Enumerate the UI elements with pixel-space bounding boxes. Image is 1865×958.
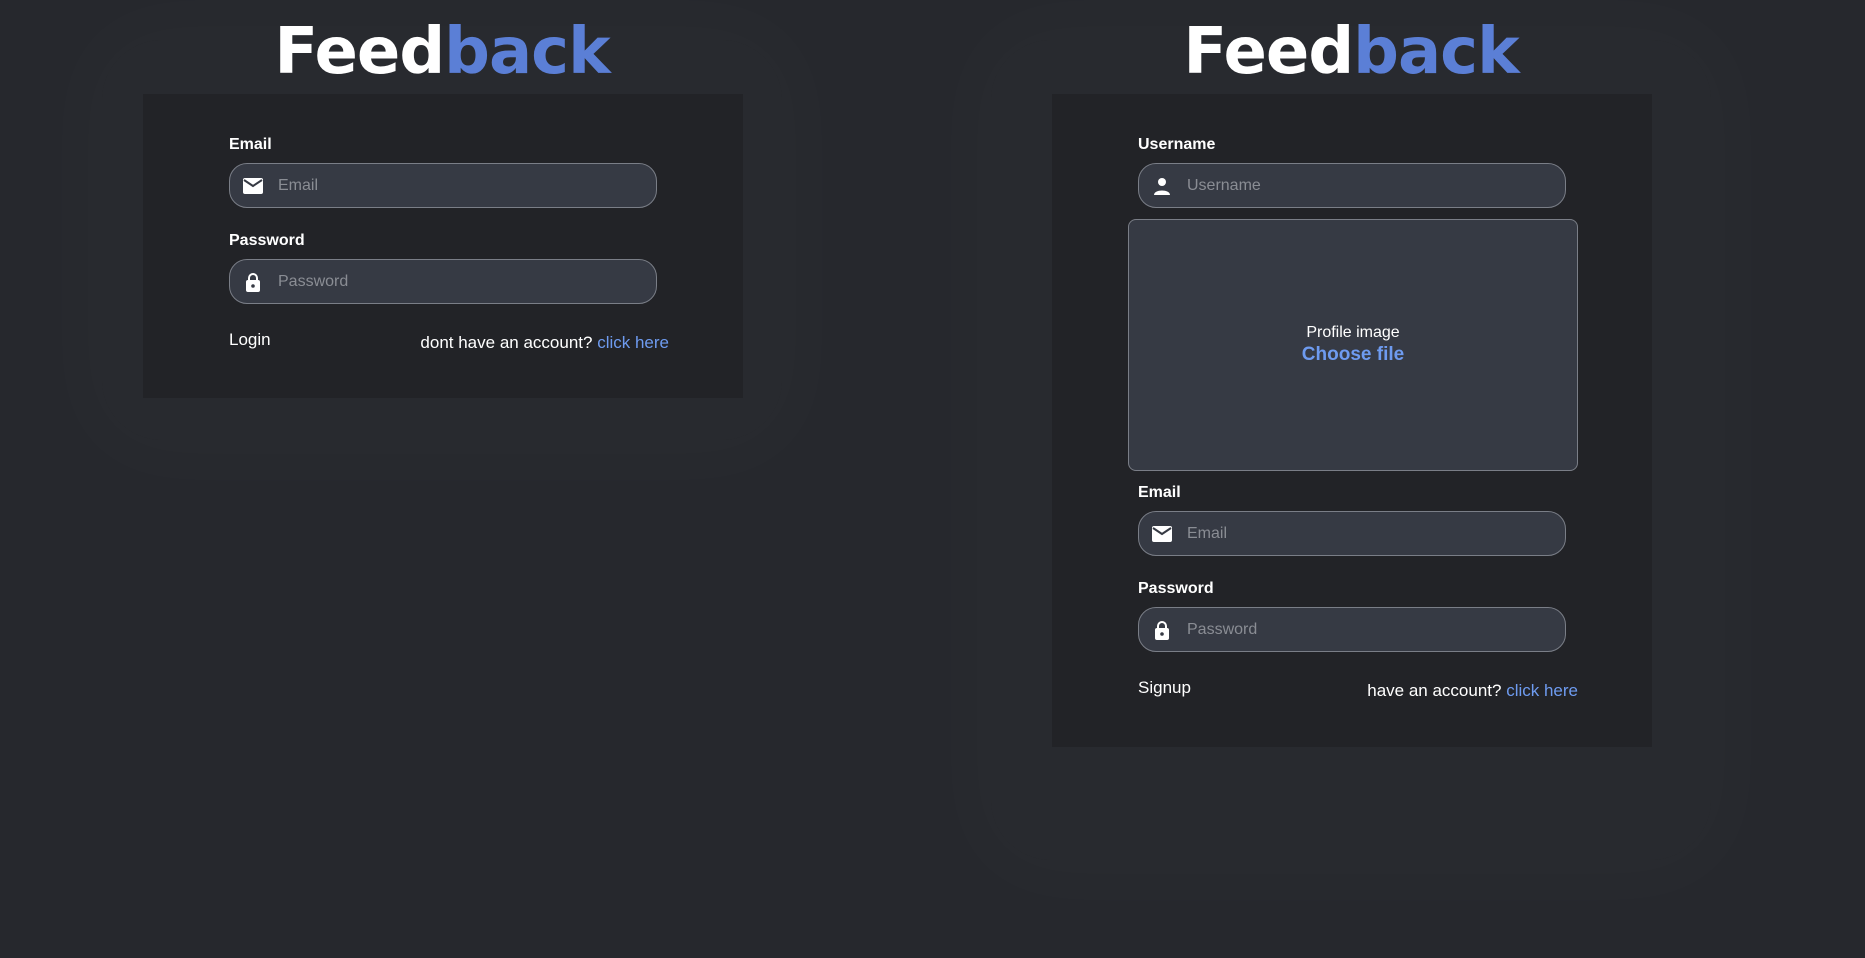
lock-icon (1151, 619, 1173, 641)
email-label: Email (229, 136, 272, 153)
logo-part-feed: Feed (274, 15, 445, 89)
logo-part-back: back (444, 15, 610, 89)
signup-link[interactable]: click here (597, 333, 669, 352)
email-field[interactable] (229, 163, 657, 208)
login-prompt: have an account? click here (1367, 681, 1578, 701)
email-input[interactable] (1187, 524, 1565, 543)
logo-part-feed: Feed (1183, 15, 1354, 89)
profile-image-label: Profile image (1306, 324, 1400, 341)
login-prompt-text: have an account? (1367, 681, 1502, 700)
username-field[interactable] (1138, 163, 1566, 208)
password-label: Password (1138, 580, 1214, 597)
password-label: Password (229, 232, 305, 249)
signup-prompt: dont have an account? click here (420, 333, 669, 353)
user-icon (1151, 175, 1173, 197)
password-input[interactable] (278, 272, 656, 291)
mail-icon (1151, 523, 1173, 545)
signup-button[interactable]: Signup (1138, 678, 1191, 698)
login-button[interactable]: Login (229, 330, 271, 350)
app-logo: Feedback (951, 14, 1751, 90)
password-input[interactable] (1187, 620, 1565, 639)
login-card: Email Password Login dont have an accoun… (143, 94, 743, 398)
signup-prompt-text: dont have an account? (420, 333, 593, 352)
password-field[interactable] (229, 259, 657, 304)
choose-file-button[interactable]: Choose file (1302, 344, 1404, 366)
username-label: Username (1138, 136, 1216, 153)
email-field[interactable] (1138, 511, 1566, 556)
lock-icon (242, 271, 264, 293)
login-link[interactable]: click here (1506, 681, 1578, 700)
username-input[interactable] (1187, 176, 1565, 195)
logo-part-back: back (1353, 15, 1519, 89)
email-input[interactable] (278, 176, 656, 195)
email-label: Email (1138, 484, 1181, 501)
app-logo: Feedback (42, 14, 842, 90)
mail-icon (242, 175, 264, 197)
password-field[interactable] (1138, 607, 1566, 652)
profile-image-dropzone[interactable]: Profile image Choose file (1128, 219, 1578, 471)
signup-card: Username Profile image Choose file Email… (1052, 94, 1652, 747)
